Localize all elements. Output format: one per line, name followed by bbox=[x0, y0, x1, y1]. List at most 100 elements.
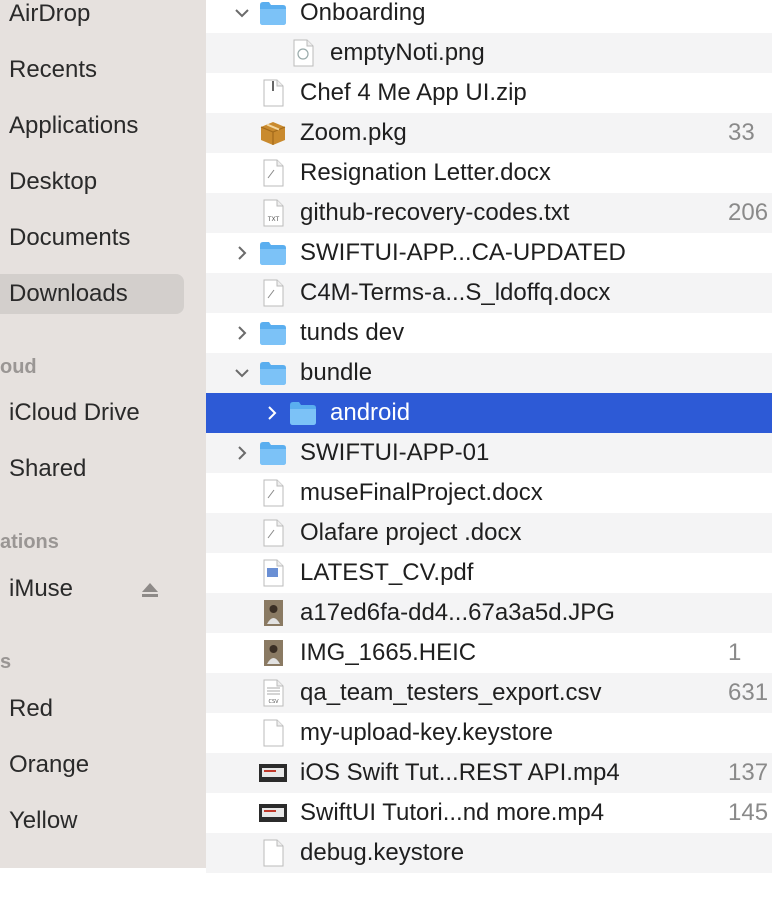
blank-file-icon bbox=[258, 838, 288, 868]
file-row[interactable]: SwiftUI Tutori...nd more.mp4 145 bbox=[206, 793, 772, 833]
file-name: IMG_1665.HEIC bbox=[300, 639, 477, 666]
sidebar-section-tags: s bbox=[0, 651, 12, 673]
folder-icon bbox=[258, 0, 288, 28]
sidebar-item-downloads[interactable]: Downloads bbox=[0, 274, 184, 314]
file-row[interactable]: Onboarding bbox=[206, 0, 772, 33]
file-row[interactable]: bundle bbox=[206, 353, 772, 393]
file-row[interactable]: Chef 4 Me App UI.zip bbox=[206, 73, 772, 113]
sidebar-item-label: Documents bbox=[9, 224, 131, 251]
sidebar-item-icloud-drive[interactable]: iCloud Drive bbox=[0, 393, 206, 433]
text-file-icon: TXT bbox=[258, 198, 288, 228]
sidebar-item-shared[interactable]: Shared bbox=[0, 449, 206, 489]
sidebar-item-label: AirDrop bbox=[9, 0, 91, 27]
file-row[interactable]: Olafare project .docx bbox=[206, 513, 772, 553]
sidebar-item-desktop[interactable]: Desktop bbox=[0, 162, 206, 202]
file-row[interactable]: SWIFTUI-APP-01 bbox=[206, 433, 772, 473]
file-row[interactable]: C4M-Terms-a...S_ldoffq.docx bbox=[206, 273, 772, 313]
sidebar-item-tag-red[interactable]: Red bbox=[0, 689, 206, 729]
file-row[interactable]: emptyNoti.png bbox=[206, 33, 772, 73]
folder-icon bbox=[258, 358, 288, 388]
blank-file-icon bbox=[258, 718, 288, 748]
file-name: debug.keystore bbox=[300, 839, 465, 866]
disclosure-chevron-right-icon[interactable] bbox=[232, 443, 252, 463]
document-icon bbox=[258, 518, 288, 548]
sidebar-item-label: Applications bbox=[9, 112, 139, 139]
pdf-file-icon bbox=[258, 558, 288, 588]
file-name: tunds dev bbox=[300, 319, 405, 346]
file-name: github-recovery-codes.txt bbox=[300, 199, 570, 226]
file-row[interactable]: SWIFTUI-APP...CA-UPDATED bbox=[206, 233, 772, 273]
file-name: a17ed6fa-dd4...67a3a5d.JPG bbox=[300, 599, 615, 626]
file-name: museFinalProject.docx bbox=[300, 479, 543, 506]
sidebar-item-label: iMuse bbox=[9, 575, 74, 602]
disclosure-chevron-right-icon[interactable] bbox=[262, 403, 282, 423]
svg-text:CSV: CSV bbox=[268, 699, 279, 705]
photo-thumbnail-icon bbox=[258, 598, 288, 628]
document-icon bbox=[258, 478, 288, 508]
file-row[interactable]: debug.keystore bbox=[206, 833, 772, 873]
eject-icon[interactable] bbox=[140, 579, 160, 599]
file-name: bundle bbox=[300, 359, 373, 386]
file-size: 145 bbox=[728, 799, 769, 826]
file-size: 206 bbox=[728, 199, 769, 226]
file-size: 1 bbox=[728, 639, 742, 666]
sidebar-item-tag-orange[interactable]: Orange bbox=[0, 745, 206, 785]
file-row[interactable]: Resignation Letter.docx bbox=[206, 153, 772, 193]
file-list: Onboarding emptyNoti.png Chef 4 Me App UI.… bbox=[206, 0, 772, 873]
zip-file-icon bbox=[258, 78, 288, 108]
file-size: 137 bbox=[728, 759, 769, 786]
file-size: 631 bbox=[728, 679, 769, 706]
file-row[interactable]: android bbox=[206, 393, 772, 433]
file-name: my-upload-key.keystore bbox=[300, 719, 553, 746]
sidebar-item-recents[interactable]: Recents bbox=[0, 50, 206, 90]
sidebar-item-partial[interactable] bbox=[0, 857, 206, 897]
video-thumbnail-icon bbox=[258, 758, 288, 788]
file-name: LATEST_CV.pdf bbox=[300, 559, 474, 586]
file-row[interactable]: tunds dev bbox=[206, 313, 772, 353]
disclosure-chevron-right-icon[interactable] bbox=[232, 243, 252, 263]
file-name: Zoom.pkg bbox=[300, 119, 407, 146]
file-size: 33 bbox=[728, 119, 755, 146]
package-icon bbox=[258, 118, 288, 148]
sidebar-item-documents[interactable]: Documents bbox=[0, 218, 206, 258]
document-icon bbox=[258, 158, 288, 188]
file-row[interactable]: museFinalProject.docx bbox=[206, 473, 772, 513]
sidebar-item-label: Downloads bbox=[9, 280, 128, 307]
file-name: iOS Swift Tut...REST API.mp4 bbox=[300, 759, 620, 786]
file-name: Olafare project .docx bbox=[300, 519, 522, 546]
sidebar-item-label: Red bbox=[9, 695, 54, 722]
file-row[interactable]: CSV qa_team_testers_export.csv 631 bbox=[206, 673, 772, 713]
file-name: emptyNoti.png bbox=[330, 39, 485, 66]
disclosure-chevron-down-icon[interactable] bbox=[232, 3, 252, 23]
file-row[interactable]: IMG_1665.HEIC 1 bbox=[206, 633, 772, 673]
folder-icon bbox=[258, 238, 288, 268]
file-name: android bbox=[330, 399, 411, 426]
file-row[interactable]: iOS Swift Tut...REST API.mp4 137 bbox=[206, 753, 772, 793]
csv-file-icon: CSV bbox=[258, 678, 288, 708]
folder-icon bbox=[258, 438, 288, 468]
folder-icon bbox=[258, 318, 288, 348]
file-name: Resignation Letter.docx bbox=[300, 159, 551, 186]
sidebar-item-airdrop[interactable]: AirDrop bbox=[0, 0, 206, 34]
sidebar-item-label: Orange bbox=[9, 751, 90, 778]
file-row[interactable]: a17ed6fa-dd4...67a3a5d.JPG bbox=[206, 593, 772, 633]
file-row[interactable]: LATEST_CV.pdf bbox=[206, 553, 772, 593]
file-row[interactable]: my-upload-key.keystore bbox=[206, 713, 772, 753]
sidebar-item-label: iCloud Drive bbox=[9, 399, 140, 426]
sidebar-item-label: Shared bbox=[9, 455, 87, 482]
disclosure-chevron-down-icon[interactable] bbox=[232, 363, 252, 383]
sidebar-section-icloud: oud bbox=[0, 356, 37, 378]
file-name: qa_team_testers_export.csv bbox=[300, 679, 602, 706]
file-row[interactable]: Zoom.pkg 33 bbox=[206, 113, 772, 153]
file-row[interactable]: TXT github-recovery-codes.txt 206 bbox=[206, 193, 772, 233]
sidebar-item-applications[interactable]: Applications bbox=[0, 106, 206, 146]
sidebar-item-imuse[interactable]: iMuse bbox=[0, 569, 206, 609]
sidebar-item-label: Yellow bbox=[9, 807, 78, 834]
file-name: SWIFTUI-APP...CA-UPDATED bbox=[300, 239, 626, 266]
photo-thumbnail-icon bbox=[258, 638, 288, 668]
sidebar-section-locations: ations bbox=[0, 531, 59, 553]
video-thumbnail-icon bbox=[258, 798, 288, 828]
sidebar-item-tag-yellow[interactable]: Yellow bbox=[0, 801, 206, 841]
disclosure-chevron-right-icon[interactable] bbox=[232, 323, 252, 343]
folder-icon bbox=[288, 398, 318, 428]
